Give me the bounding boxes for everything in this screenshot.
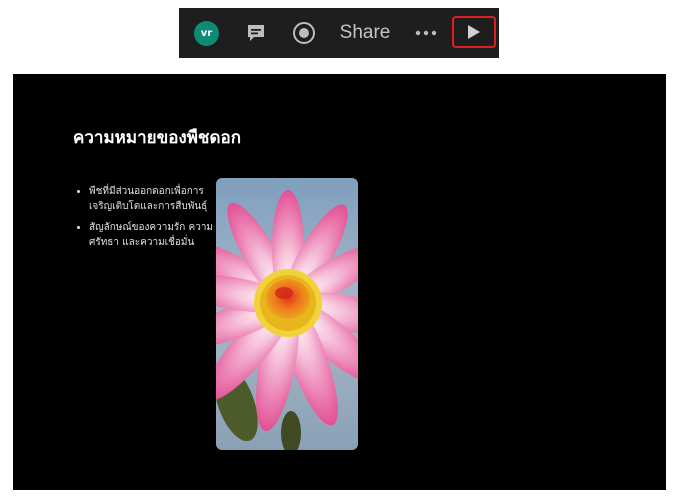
record-button[interactable] (290, 8, 318, 58)
page: vr Share ความหมายของพืชดอก • พืชที่มีส่ว… (0, 0, 677, 502)
avatar-initials: vr (194, 20, 219, 46)
comment-button[interactable] (242, 8, 270, 58)
more-options-button[interactable] (412, 8, 440, 58)
play-icon (468, 25, 480, 39)
slide-title: ความหมายของพืชดอก (73, 128, 242, 148)
presentation-toolbar: vr Share (179, 8, 499, 58)
comment-icon (248, 25, 264, 41)
share-button[interactable]: Share (337, 8, 393, 58)
bullet-list: พืชที่มีส่วนออกดอกเพื่อการเจริญเติบโตและ… (77, 184, 215, 256)
user-avatar[interactable]: vr (193, 8, 220, 58)
present-button[interactable] (452, 16, 496, 48)
record-icon (293, 22, 315, 44)
pink-flower-photo[interactable] (216, 178, 358, 450)
more-horizontal-icon (415, 30, 437, 36)
bullet-item: พืชที่มีส่วนออกดอกเพื่อการเจริญเติบโตและ… (89, 184, 215, 214)
slide-canvas[interactable]: ความหมายของพืชดอก พืชที่มีส่วนออกดอกเพื่… (13, 74, 666, 490)
bullet-item: สัญลักษณ์ของความรัก ความศรัทธา และความเช… (89, 220, 215, 250)
flower-illustration (216, 178, 358, 450)
